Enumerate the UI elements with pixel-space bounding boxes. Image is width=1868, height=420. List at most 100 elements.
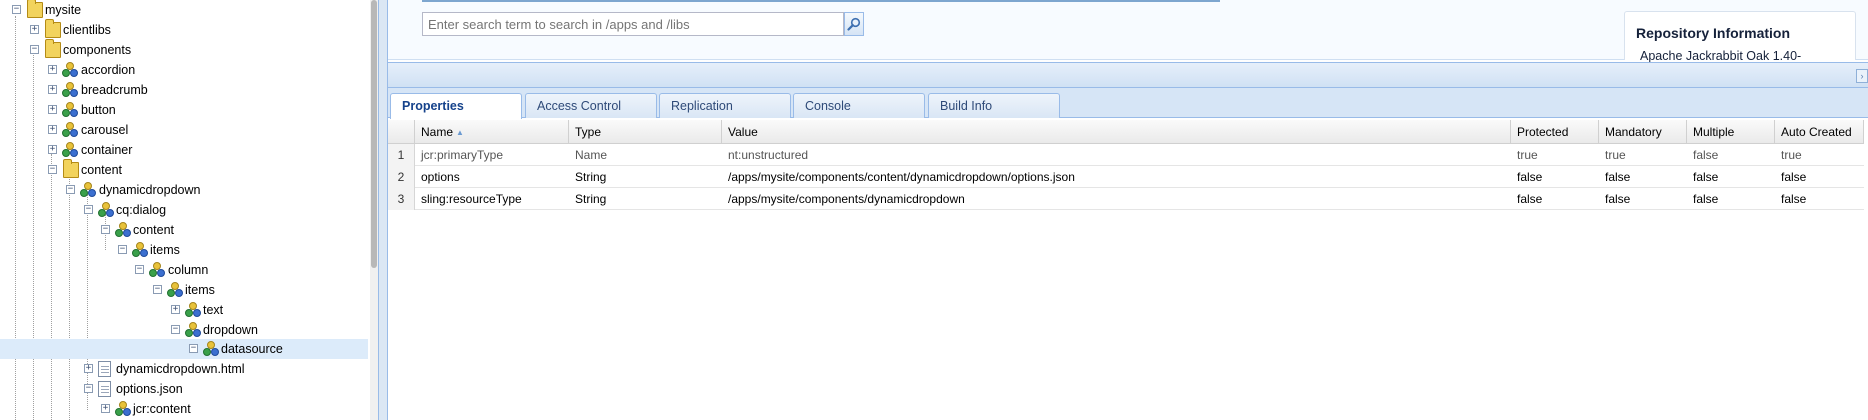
tree-item-label: items [185, 283, 215, 297]
tab-build-info[interactable]: Build Info [928, 93, 1060, 118]
repository-info-text: Apache Jackrabbit Oak 1.40- [1640, 49, 1802, 63]
folder-icon [45, 19, 61, 38]
tree-item-content[interactable]: − content [0, 220, 368, 240]
sort-ascending-icon: ▲ [456, 128, 464, 137]
cell-multiple: false [1693, 148, 1719, 162]
expand-icon[interactable]: + [30, 25, 39, 34]
collapse-icon[interactable]: − [84, 384, 93, 393]
cell-protected: false [1517, 192, 1543, 206]
row-number: 1 [388, 144, 415, 166]
tree-item-components[interactable]: − components [0, 39, 368, 60]
header-auto-created[interactable]: Auto Created [1775, 120, 1864, 144]
search-button[interactable] [844, 12, 864, 36]
cell-type[interactable]: String [569, 188, 722, 210]
expand-icon[interactable]: + [171, 305, 180, 314]
cell-type[interactable]: Name [569, 144, 722, 166]
expand-icon[interactable]: + [48, 65, 57, 74]
tree-item-accordion[interactable]: + accordion [0, 60, 368, 80]
tree-item-clientlibs[interactable]: + clientlibs [0, 19, 368, 40]
tree-item-mysite[interactable]: − mysite [0, 0, 368, 20]
collapse-icon[interactable]: − [66, 185, 75, 194]
tree-item-label: cq:dialog [116, 203, 167, 217]
cell-value[interactable]: nt:unstructured [722, 144, 1511, 166]
panel-splitter[interactable] [378, 0, 388, 420]
tree-item-label: text [203, 303, 224, 317]
header-protected[interactable]: Protected [1511, 120, 1599, 144]
tree-item-items[interactable]: − items [0, 280, 368, 300]
table-row[interactable]: 1 jcr:primaryType Name nt:unstructured t… [388, 144, 1864, 166]
collapse-icon[interactable]: − [48, 165, 57, 174]
cell-name[interactable]: jcr:primaryType [415, 144, 569, 166]
collapse-icon[interactable]: − [153, 285, 162, 294]
tree-item-dropdown[interactable]: − dropdown [0, 320, 368, 340]
node-icon [62, 102, 78, 118]
tree-item-label: jcr:content [133, 402, 191, 416]
expand-icon[interactable]: + [84, 364, 93, 373]
cell-name[interactable]: options [415, 166, 569, 188]
header-name[interactable]: Name ▲ [415, 120, 569, 144]
table-row[interactable]: 2 options String /apps/mysite/components… [388, 166, 1864, 188]
header-mandatory[interactable]: Mandatory [1599, 120, 1687, 144]
tree-item-label: accordion [81, 63, 136, 77]
cell-value[interactable]: /apps/mysite/components/content/dynamicd… [722, 166, 1511, 188]
collapse-icon[interactable]: − [101, 225, 110, 234]
tree-item-label: column [168, 263, 209, 277]
tree-item-button[interactable]: + button [0, 100, 368, 120]
tree-item-dynamicdropdown[interactable]: − dynamicdropdown [0, 180, 368, 200]
expand-icon[interactable]: + [101, 404, 110, 413]
tree-scrollbar-thumb[interactable] [371, 0, 377, 268]
cell-name[interactable]: sling:resourceType [415, 188, 569, 210]
tab-replication[interactable]: Replication [659, 93, 791, 118]
collapse-icon[interactable]: − [171, 325, 180, 334]
collapse-icon[interactable]: − [30, 45, 39, 54]
file-icon [98, 361, 111, 377]
tab-properties[interactable]: Properties [390, 93, 522, 119]
table-row[interactable]: 3 sling:resourceType String /apps/mysite… [388, 188, 1864, 210]
tree-item-label: dynamicdropdown.html [116, 362, 245, 376]
search-input[interactable] [423, 13, 843, 35]
header-multiple[interactable]: Multiple [1687, 120, 1775, 144]
collapse-icon[interactable]: − [84, 205, 93, 214]
cell-type[interactable]: String [569, 166, 722, 188]
folder-icon [63, 159, 79, 178]
expand-icon[interactable]: + [48, 85, 57, 94]
tree-item-datasource[interactable]: − datasource [0, 339, 368, 359]
tree-item-breadcrumb[interactable]: + breadcrumb [0, 80, 368, 100]
tab-console[interactable]: Console [793, 93, 925, 118]
tree-item-carousel[interactable]: + carousel [0, 120, 368, 140]
tree-item-label: components [63, 43, 132, 57]
collapse-icon[interactable]: − [189, 344, 198, 353]
collapse-icon[interactable]: − [135, 265, 144, 274]
tree-item-items[interactable]: − items [0, 240, 368, 260]
cell-mandatory: false [1605, 192, 1631, 206]
tree-item-jcr-content[interactable]: + jcr:content [0, 399, 368, 419]
cell-protected: true [1517, 148, 1538, 162]
cell-value[interactable]: /apps/mysite/components/dynamicdropdown [722, 188, 1511, 210]
tree-item-label: breadcrumb [81, 83, 148, 97]
tree-item-dynamicdropdown-html[interactable]: + dynamicdropdown.html [0, 359, 368, 379]
node-icon [185, 322, 201, 338]
tree-item-options-json[interactable]: − options.json [0, 379, 368, 399]
tree-item-column[interactable]: − column [0, 260, 368, 280]
cell-mandatory: true [1605, 148, 1626, 162]
expand-icon[interactable]: + [48, 105, 57, 114]
top-accent-line [422, 0, 1220, 2]
tab-access-control[interactable]: Access Control [525, 93, 657, 118]
expand-icon[interactable]: + [48, 145, 57, 154]
collapse-icon[interactable]: − [118, 245, 127, 254]
expand-icon[interactable]: + [48, 125, 57, 134]
header-value[interactable]: Value [722, 120, 1511, 144]
collapse-icon[interactable]: − [12, 5, 21, 14]
tree-item-text[interactable]: + text [0, 300, 368, 320]
node-icon [98, 202, 114, 218]
tree-item-cq-dialog[interactable]: − cq:dialog [0, 200, 368, 220]
tree-item-container[interactable]: + container [0, 140, 368, 160]
header-type[interactable]: Type [569, 120, 722, 144]
collapse-panel-icon[interactable]: › [1856, 69, 1868, 83]
node-icon [62, 82, 78, 98]
tree-item-label: content [81, 163, 123, 177]
tree-scrollbar[interactable] [370, 0, 378, 420]
tree-item-content[interactable]: − content [0, 159, 368, 180]
search-box[interactable] [422, 12, 844, 36]
tree-item-label: content [133, 223, 175, 237]
